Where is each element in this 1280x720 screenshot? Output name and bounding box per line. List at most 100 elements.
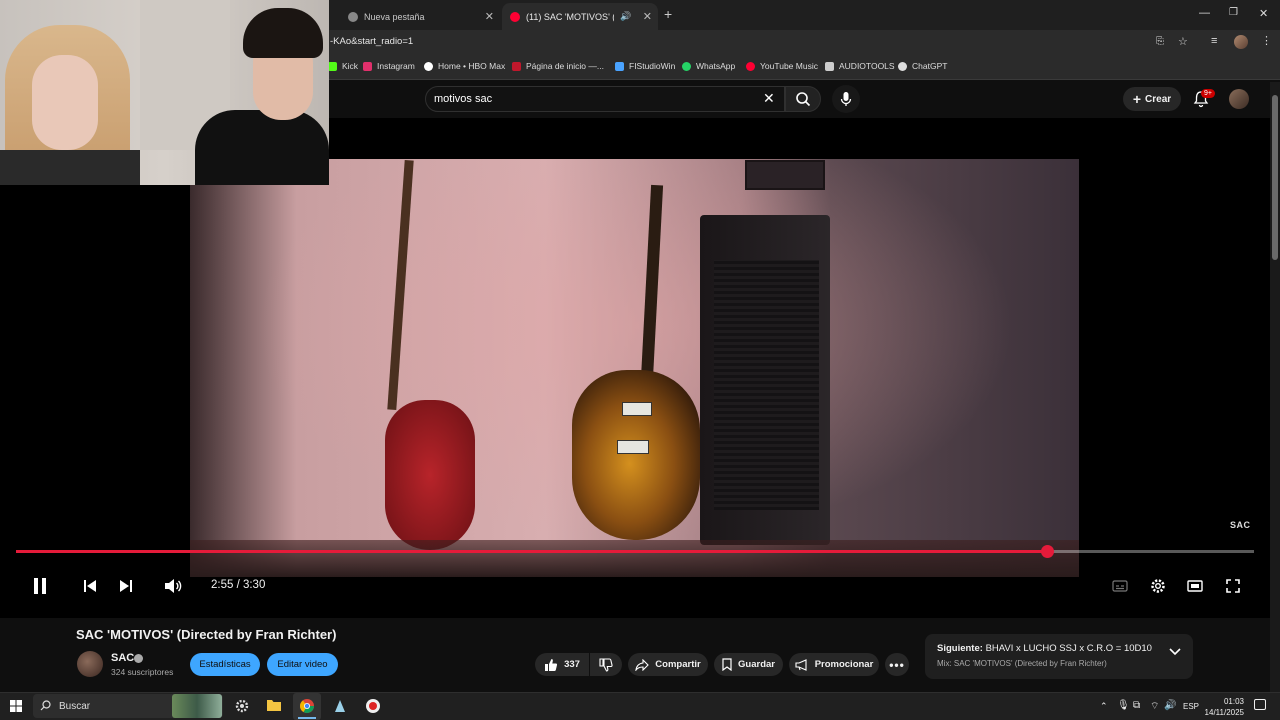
search-icon — [40, 700, 51, 711]
next-button[interactable] — [116, 576, 136, 596]
subtitles-button[interactable] — [1110, 576, 1130, 596]
bookmark-pagina-inicio[interactable]: Página de inicio —... — [512, 61, 604, 71]
language-indicator[interactable]: ESP — [1183, 702, 1199, 711]
restore-icon[interactable]: ❐ — [1229, 7, 1238, 18]
star-icon[interactable]: ☆ — [1178, 35, 1188, 48]
previous-button[interactable] — [80, 576, 100, 596]
theater-mode-button[interactable] — [1185, 576, 1205, 596]
settings-app-icon[interactable] — [234, 698, 250, 714]
skip-next-icon — [120, 580, 132, 592]
voice-search-button[interactable] — [832, 85, 860, 113]
guitar-pickup — [622, 402, 652, 416]
windows-start-button[interactable] — [10, 700, 22, 712]
media-icon[interactable]: ≡ — [1211, 35, 1217, 47]
guitar-pickup — [617, 440, 649, 454]
bass-guitar — [385, 400, 475, 550]
webcam-person-left-body — [0, 150, 140, 185]
speaker-icon[interactable]: 🔊 — [1164, 700, 1176, 711]
search-button[interactable] — [785, 86, 821, 112]
edit-video-button[interactable]: Editar video — [267, 653, 338, 676]
app-icon[interactable] — [332, 698, 348, 714]
share-button[interactable]: Compartir — [628, 653, 708, 676]
bookmark-hbo[interactable]: Home • HBO Max — [424, 61, 505, 71]
verified-icon — [134, 654, 143, 663]
bookmark-whatsapp[interactable]: WhatsApp — [682, 61, 735, 71]
clock-date: 14/11/2025 — [1204, 708, 1244, 717]
thumbs-down-icon — [599, 657, 613, 672]
menu-icon[interactable]: ⋮ — [1261, 34, 1272, 47]
channel-watermark[interactable]: SAC — [1230, 520, 1251, 530]
url-field[interactable]: -KAo&start_radio=1 — [330, 36, 413, 47]
instagram-icon — [363, 61, 372, 71]
microphone-icon[interactable]: 🎙 — [1117, 700, 1130, 711]
volume-button[interactable] — [163, 576, 183, 596]
speaker-icon[interactable]: 🔊 — [620, 11, 631, 22]
thumbs-up-icon — [545, 658, 558, 671]
bookmark-chatgpt[interactable]: ChatGPT — [898, 61, 947, 71]
windows-logo-icon — [10, 700, 22, 712]
window-close-icon[interactable]: ✕ — [1259, 7, 1268, 20]
scrollbar-thumb[interactable] — [1272, 95, 1278, 260]
channel-avatar[interactable] — [77, 651, 103, 677]
bookmark-flstudio[interactable]: FIStudioWin — [615, 61, 675, 71]
time-display: 2:55 / 3:30 — [211, 579, 266, 591]
settings-button[interactable] — [1148, 576, 1168, 596]
video-floor — [190, 540, 1079, 577]
clock[interactable]: 01:03 14/11/2025 — [1204, 696, 1244, 718]
volume-icon — [165, 579, 182, 593]
up-next-title[interactable]: Siguiente: BHAVI x LUCHO SSJ x C.R.O = 1… — [937, 643, 1152, 654]
new-tab-icon[interactable]: + — [664, 6, 672, 22]
dislike-button[interactable] — [590, 653, 622, 676]
gear-icon — [1151, 579, 1165, 593]
amplifier-grille — [714, 260, 819, 510]
more-actions-button[interactable]: ••• — [885, 653, 909, 676]
display-icon[interactable]: ⧉ — [1133, 700, 1140, 711]
recording-app-icon[interactable] — [365, 698, 381, 714]
like-button[interactable]: 337 — [535, 653, 589, 676]
up-next-mix: Mix: SAC 'MOTIVOS' (Directed by Fran Ric… — [937, 659, 1107, 668]
show-hidden-icons[interactable]: ⌃ — [1100, 701, 1108, 712]
tab-youtube[interactable]: (11) SAC 'MOTIVOS' (Direct 🔊 ✕ — [502, 3, 658, 30]
clock-time: 01:03 — [1223, 697, 1244, 706]
bookmark-audiotools[interactable]: AUDIOTOOLS — [825, 61, 895, 71]
save-button[interactable]: Guardar — [714, 653, 783, 676]
subtitles-icon — [1112, 580, 1128, 592]
bookmark-icon — [722, 658, 732, 671]
active-app-indicator — [298, 717, 316, 719]
kick-icon — [328, 61, 337, 71]
tab-label: Nueva pestaña — [364, 11, 425, 22]
network-icon[interactable]: ⌔ — [1150, 700, 1159, 713]
globe-icon — [348, 11, 358, 22]
hbo-icon — [424, 61, 433, 71]
stats-button[interactable]: Estadísticas — [190, 653, 260, 676]
bookmark-instagram[interactable]: Instagram — [363, 61, 415, 71]
fullscreen-button[interactable] — [1223, 576, 1243, 596]
close-icon[interactable]: ✕ — [643, 10, 652, 23]
bookmark-kick[interactable]: Kick — [328, 61, 358, 71]
close-icon[interactable]: ✕ — [485, 10, 494, 23]
create-button[interactable]: + Crear — [1123, 87, 1181, 111]
scrubber-handle[interactable] — [1041, 545, 1054, 558]
pause-button[interactable] — [30, 576, 50, 596]
tab-new-tab[interactable]: Nueva pestaña ✕ — [340, 3, 500, 30]
youtube-icon — [510, 11, 520, 22]
notification-badge: 9+ — [1201, 89, 1215, 98]
whatsapp-icon — [682, 61, 691, 71]
minimize-icon[interactable]: — — [1199, 7, 1210, 19]
theater-icon — [1187, 580, 1203, 592]
notification-center-icon[interactable] — [1254, 699, 1266, 710]
clear-search-icon[interactable]: ✕ — [763, 90, 775, 107]
promote-button[interactable]: Promocionar — [789, 653, 879, 676]
microphone-icon — [840, 92, 852, 106]
subscriber-count: 324 suscriptores — [111, 667, 174, 677]
install-icon[interactable]: ⎘ — [1156, 36, 1164, 47]
taskbar-search-placeholder: Buscar — [59, 701, 91, 712]
bookmark-youtube-music[interactable]: YouTube Music — [746, 61, 818, 71]
profile-avatar[interactable] — [1234, 35, 1248, 49]
search-highlight-image — [172, 694, 222, 718]
account-avatar[interactable] — [1229, 89, 1249, 109]
channel-name[interactable]: SAC — [111, 652, 134, 664]
up-next-panel[interactable] — [925, 634, 1193, 679]
file-explorer-icon[interactable] — [266, 698, 282, 714]
chevron-down-icon[interactable] — [1169, 648, 1181, 656]
